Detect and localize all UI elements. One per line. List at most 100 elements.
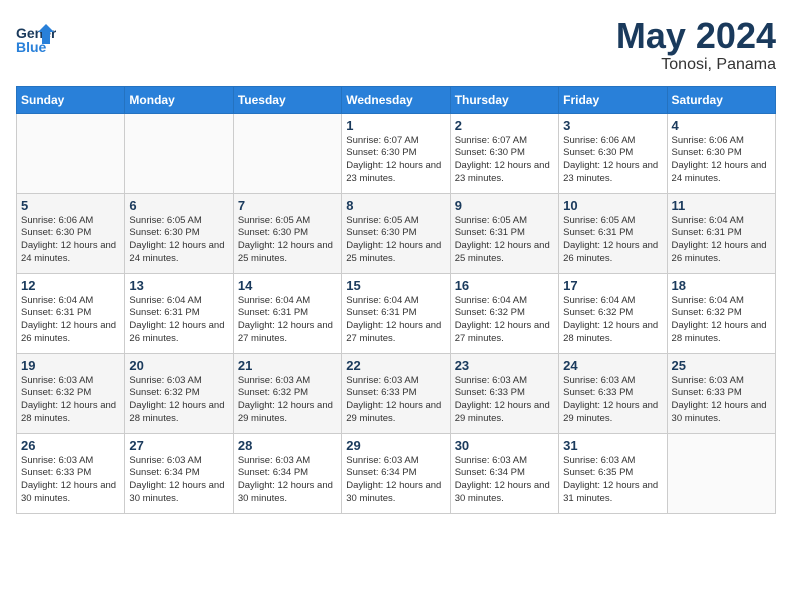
cell-info: Sunrise: 6:03 AMSunset: 6:33 PMDaylight:… xyxy=(563,375,662,426)
cell-info: Sunrise: 6:04 AMSunset: 6:31 PMDaylight:… xyxy=(21,295,120,346)
weekday-header: Thursday xyxy=(450,86,558,113)
logo: General Blue xyxy=(16,16,60,56)
cell-info: Sunrise: 6:03 AMSunset: 6:32 PMDaylight:… xyxy=(21,375,120,426)
calendar-cell: 6 Sunrise: 6:05 AMSunset: 6:30 PMDaylight… xyxy=(125,193,233,273)
cell-info: Sunrise: 6:03 AMSunset: 6:32 PMDaylight:… xyxy=(238,375,337,426)
day-number: 26 xyxy=(21,438,120,453)
cell-info: Sunrise: 6:05 AMSunset: 6:31 PMDaylight:… xyxy=(455,215,554,266)
cell-info: Sunrise: 6:06 AMSunset: 6:30 PMDaylight:… xyxy=(563,135,662,186)
page-header: General Blue May 2024 Tonosi, Panama xyxy=(16,16,776,74)
cell-info: Sunrise: 6:03 AMSunset: 6:34 PMDaylight:… xyxy=(238,455,337,506)
day-number: 31 xyxy=(563,438,662,453)
cell-info: Sunrise: 6:04 AMSunset: 6:31 PMDaylight:… xyxy=(672,215,771,266)
day-number: 3 xyxy=(563,118,662,133)
calendar-cell xyxy=(233,113,341,193)
day-number: 12 xyxy=(21,278,120,293)
cell-info: Sunrise: 6:03 AMSunset: 6:34 PMDaylight:… xyxy=(455,455,554,506)
day-number: 4 xyxy=(672,118,771,133)
calendar-cell: 7 Sunrise: 6:05 AMSunset: 6:30 PMDaylight… xyxy=(233,193,341,273)
location: Tonosi, Panama xyxy=(616,56,776,74)
calendar-cell: 2 Sunrise: 6:07 AMSunset: 6:30 PMDaylight… xyxy=(450,113,558,193)
calendar-cell: 31Sunrise: 6:03 AMSunset: 6:35 PMDayligh… xyxy=(559,433,667,513)
day-number: 19 xyxy=(21,358,120,373)
cell-info: Sunrise: 6:04 AMSunset: 6:32 PMDaylight:… xyxy=(455,295,554,346)
day-number: 23 xyxy=(455,358,554,373)
weekday-header: Tuesday xyxy=(233,86,341,113)
calendar-cell xyxy=(125,113,233,193)
cell-info: Sunrise: 6:04 AMSunset: 6:32 PMDaylight:… xyxy=(672,295,771,346)
day-number: 15 xyxy=(346,278,445,293)
calendar-week-row: 5 Sunrise: 6:06 AMSunset: 6:30 PMDaylight… xyxy=(17,193,776,273)
cell-info: Sunrise: 6:06 AMSunset: 6:30 PMDaylight:… xyxy=(21,215,120,266)
weekday-header: Sunday xyxy=(17,86,125,113)
day-number: 2 xyxy=(455,118,554,133)
title-block: May 2024 Tonosi, Panama xyxy=(616,16,776,74)
cell-info: Sunrise: 6:03 AMSunset: 6:32 PMDaylight:… xyxy=(129,375,228,426)
calendar-cell: 1Sunrise: 6:07 AMSunset: 6:30 PMDaylight… xyxy=(342,113,450,193)
day-number: 9 xyxy=(455,198,554,213)
cell-info: Sunrise: 6:04 AMSunset: 6:31 PMDaylight:… xyxy=(129,295,228,346)
calendar-cell: 12 Sunrise: 6:04 AMSunset: 6:31 PMDayligh… xyxy=(17,273,125,353)
calendar-cell: 15 Sunrise: 6:04 AMSunset: 6:31 PMDayligh… xyxy=(342,273,450,353)
calendar-cell xyxy=(17,113,125,193)
cell-info: Sunrise: 6:05 AMSunset: 6:30 PMDaylight:… xyxy=(129,215,228,266)
cell-info: Sunrise: 6:04 AMSunset: 6:31 PMDaylight:… xyxy=(346,295,445,346)
calendar-cell: 9 Sunrise: 6:05 AMSunset: 6:31 PMDaylight… xyxy=(450,193,558,273)
calendar-cell: 3 Sunrise: 6:06 AMSunset: 6:30 PMDaylight… xyxy=(559,113,667,193)
calendar-cell: 21 Sunrise: 6:03 AMSunset: 6:32 PMDayligh… xyxy=(233,353,341,433)
calendar-cell: 10 Sunrise: 6:05 AMSunset: 6:31 PMDayligh… xyxy=(559,193,667,273)
day-number: 10 xyxy=(563,198,662,213)
day-number: 7 xyxy=(238,198,337,213)
cell-info: Sunrise: 6:03 AMSunset: 6:33 PMDaylight:… xyxy=(672,375,771,426)
calendar-cell: 13Sunrise: 6:04 AMSunset: 6:31 PMDayligh… xyxy=(125,273,233,353)
cell-info: Sunrise: 6:05 AMSunset: 6:30 PMDaylight:… xyxy=(238,215,337,266)
day-number: 16 xyxy=(455,278,554,293)
calendar-cell: 22 Sunrise: 6:03 AMSunset: 6:33 PMDayligh… xyxy=(342,353,450,433)
calendar-cell: 30 Sunrise: 6:03 AMSunset: 6:34 PMDayligh… xyxy=(450,433,558,513)
calendar-cell: 27Sunrise: 6:03 AMSunset: 6:34 PMDayligh… xyxy=(125,433,233,513)
logo-icon: General Blue xyxy=(16,16,56,56)
day-number: 29 xyxy=(346,438,445,453)
svg-text:Blue: Blue xyxy=(16,39,47,55)
calendar-week-row: 26 Sunrise: 6:03 AMSunset: 6:33 PMDayligh… xyxy=(17,433,776,513)
day-number: 6 xyxy=(129,198,228,213)
month-title: May 2024 xyxy=(616,16,776,56)
day-number: 11 xyxy=(672,198,771,213)
weekday-header: Wednesday xyxy=(342,86,450,113)
calendar-cell: 11 Sunrise: 6:04 AMSunset: 6:31 PMDayligh… xyxy=(667,193,775,273)
calendar-cell: 17 Sunrise: 6:04 AMSunset: 6:32 PMDayligh… xyxy=(559,273,667,353)
cell-info: Sunrise: 6:03 AMSunset: 6:33 PMDaylight:… xyxy=(21,455,120,506)
day-number: 18 xyxy=(672,278,771,293)
calendar-cell: 19 Sunrise: 6:03 AMSunset: 6:32 PMDayligh… xyxy=(17,353,125,433)
calendar-cell: 23Sunrise: 6:03 AMSunset: 6:33 PMDayligh… xyxy=(450,353,558,433)
day-number: 5 xyxy=(21,198,120,213)
day-number: 24 xyxy=(563,358,662,373)
calendar-cell: 5 Sunrise: 6:06 AMSunset: 6:30 PMDaylight… xyxy=(17,193,125,273)
day-number: 20 xyxy=(129,358,228,373)
cell-info: Sunrise: 6:03 AMSunset: 6:34 PMDaylight:… xyxy=(346,455,445,506)
day-number: 14 xyxy=(238,278,337,293)
cell-info: Sunrise: 6:05 AMSunset: 6:30 PMDaylight:… xyxy=(346,215,445,266)
cell-info: Sunrise: 6:05 AMSunset: 6:31 PMDaylight:… xyxy=(563,215,662,266)
calendar-week-row: 1 Sunrise: 6:07 AMSunset: 6:30 PMDaylight… xyxy=(17,113,776,193)
cell-info: Sunrise: 6:04 AMSunset: 6:32 PMDaylight:… xyxy=(563,295,662,346)
day-number: 22 xyxy=(346,358,445,373)
day-number: 17 xyxy=(563,278,662,293)
day-number: 27 xyxy=(129,438,228,453)
calendar-table: SundayMondayTuesdayWednesdayThursdayFrid… xyxy=(16,86,776,514)
day-number: 21 xyxy=(238,358,337,373)
calendar-cell: 8Sunrise: 6:05 AMSunset: 6:30 PMDaylight… xyxy=(342,193,450,273)
cell-info: Sunrise: 6:07 AMSunset: 6:30 PMDaylight:… xyxy=(455,135,554,186)
weekday-header: Saturday xyxy=(667,86,775,113)
calendar-cell: 20 Sunrise: 6:03 AMSunset: 6:32 PMDayligh… xyxy=(125,353,233,433)
calendar-cell: 16 Sunrise: 6:04 AMSunset: 6:32 PMDayligh… xyxy=(450,273,558,353)
day-number: 30 xyxy=(455,438,554,453)
calendar-cell: 24 Sunrise: 6:03 AMSunset: 6:33 PMDayligh… xyxy=(559,353,667,433)
calendar-cell: 14Sunrise: 6:04 AMSunset: 6:31 PMDayligh… xyxy=(233,273,341,353)
calendar-cell: 26 Sunrise: 6:03 AMSunset: 6:33 PMDayligh… xyxy=(17,433,125,513)
cell-info: Sunrise: 6:03 AMSunset: 6:33 PMDaylight:… xyxy=(346,375,445,426)
day-number: 28 xyxy=(238,438,337,453)
calendar-cell: 29 Sunrise: 6:03 AMSunset: 6:34 PMDayligh… xyxy=(342,433,450,513)
day-number: 1 xyxy=(346,118,445,133)
calendar-cell: 25Sunrise: 6:03 AMSunset: 6:33 PMDayligh… xyxy=(667,353,775,433)
